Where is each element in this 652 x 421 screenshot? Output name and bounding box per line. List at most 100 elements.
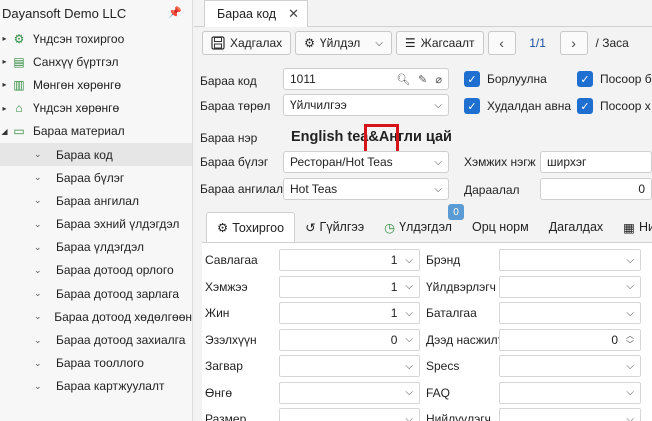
grid-select[interactable]: ⌵ — [279, 381, 420, 404]
sidebar-subitem[interactable]: ⌄ Бараа картжуулалт — [0, 375, 192, 398]
sidebar-subitem[interactable]: ⌄ Бараа ангилал — [0, 189, 192, 212]
tab-settings[interactable]: ⚙ Тохиргоо — [206, 212, 296, 242]
action-dropdown[interactable]: ⚙ Үйлдэл ⌵ — [295, 31, 392, 55]
tab-settings-label: Тохиргоо — [232, 220, 285, 235]
chevron-down-icon: ⌵ — [434, 183, 442, 195]
sale-label: Борлуулна — [487, 72, 547, 86]
chevron-down-icon: ⌄ — [34, 334, 42, 345]
pos-checkbox-1[interactable]: ✓ Посоор б — [577, 71, 652, 87]
sidebar-item[interactable]: ▸ ▤ Санхүү бүртгэл — [0, 50, 192, 73]
chevron-down-icon: ⌵ — [434, 156, 442, 168]
grid-label: Үйлдвэрлэгч — [426, 279, 496, 294]
order-input[interactable]: 0 — [540, 178, 652, 200]
pos2-label: Посоор х — [600, 99, 651, 113]
grid-select[interactable]: 1 ⌵ — [279, 275, 420, 298]
grid-select[interactable]: 0 ⌵ — [279, 328, 420, 351]
grid-select[interactable]: 1 ⌵ — [279, 302, 420, 324]
collapsed-caret-icon[interactable]: ▸ — [0, 80, 9, 89]
save-label: Хадгалах — [230, 36, 283, 50]
search-icon[interactable]: 🔍︎ — [396, 73, 410, 86]
expanded-caret-icon[interactable]: ◢ — [0, 127, 9, 136]
check-icon: ✓ — [464, 71, 480, 87]
edit-icon[interactable]: ✎ — [418, 73, 427, 86]
building-icon: ⌂ — [15, 101, 23, 116]
chevron-down-icon: ⌵ — [626, 254, 634, 266]
sidebar-subitem[interactable]: ⌄ Бараа дотоод орлого — [0, 259, 192, 282]
grid-select[interactable]: ⌵ — [499, 249, 641, 271]
tab-item-code[interactable]: Бараа код ✕ — [204, 0, 308, 27]
spinner-icon[interactable]: ︿ ﹀ — [626, 331, 634, 349]
grid-select[interactable]: ⌵ — [499, 408, 641, 421]
grid-select[interactable]: ⌵ — [499, 355, 641, 377]
sidebar-item-label: Үндсэн хөрөнгө — [33, 101, 120, 116]
chevron-down-icon: ⌄ — [34, 218, 42, 229]
category-label: Бараа ангилал — [200, 182, 283, 196]
group-select[interactable]: Ресторан/Hot Teas ⌵ — [283, 151, 449, 173]
sidebar-item[interactable]: ◢ ▭ Бараа материал — [0, 120, 192, 143]
chevron-down-icon: ⌄ — [34, 380, 42, 391]
sidebar-item[interactable]: ▸ ⌂ Үндсэн хөрөнгө — [0, 97, 192, 120]
pin-icon[interactable]: 📌 — [168, 6, 182, 19]
next-button[interactable]: › — [559, 31, 588, 55]
category-select[interactable]: Hot Teas ⌵ — [283, 178, 449, 200]
grid-value: 1 — [390, 253, 398, 267]
collapsed-caret-icon[interactable]: ▸ — [0, 34, 9, 43]
tab-recipe[interactable]: Орц норм — [462, 212, 539, 242]
save-button[interactable]: Хадгалах — [202, 31, 292, 55]
grid-select[interactable]: ⌵ — [499, 381, 641, 404]
grid-select[interactable]: ⌵ — [279, 355, 420, 377]
grid-value: 1 — [390, 306, 398, 320]
chevron-down-icon: ⌵ — [626, 413, 634, 421]
sidebar-subitem[interactable]: ⌄ Бараа дотоод хөдөлгөөн — [0, 305, 192, 328]
tab-transactions-label: Гүйлгээ — [319, 220, 365, 234]
settings-grid: Савлагаа 1 ⌵ Хэмжээ 1 ⌵ Жин 1 ⌵ Эзэлхүүн 0 ⌵ Загвар ⌵… — [202, 242, 652, 421]
collapsed-caret-icon[interactable]: ▸ — [0, 57, 9, 66]
tab-label: Бараа код — [217, 7, 277, 21]
prev-button[interactable]: ‹ — [487, 31, 516, 55]
sidebar-subitem[interactable]: ⌄ Бараа код — [0, 142, 192, 167]
grid-select[interactable]: ⌵ — [279, 408, 420, 421]
tab-more-label: Ни — [638, 220, 652, 234]
tab-transactions[interactable]: ↺ Гүйлгээ — [295, 212, 374, 242]
grid-label: Загвар — [205, 359, 243, 373]
sidebar-subitem[interactable]: ⌄ Бараа эхний үлдэгдэл — [0, 213, 192, 236]
collapsed-caret-icon[interactable]: ▸ — [0, 104, 9, 113]
list-button[interactable]: ☰ Жагсаалт — [395, 31, 484, 55]
sidebar-subitem-label: Бараа бүлэг — [56, 170, 125, 185]
chevron-down-icon: ⌵ — [405, 360, 413, 372]
sidebar-item[interactable]: ▸ ⚙ Үндсэн тохиргоо — [0, 27, 192, 50]
tab-balance[interactable]: ◷ Үлдэгдэл 0 — [374, 204, 464, 242]
type-select[interactable]: Үйлчилгээ ⌵ — [283, 94, 449, 116]
grid-value: 0 — [390, 332, 398, 347]
sidebar-subitem[interactable]: ⌄ Бараа дотоод зарлага — [0, 282, 192, 305]
grid-label: Савлагаа — [205, 253, 258, 267]
grid-select[interactable]: ⌵ — [499, 302, 641, 324]
sale-checkbox[interactable]: ✓ Борлуулна — [464, 71, 547, 87]
tab-more[interactable]: ▦ Ни — [613, 212, 652, 242]
grid-spin-input[interactable]: 0 ︿ ﹀ — [499, 328, 641, 351]
sidebar-subitem[interactable]: ⌄ Бараа бүлэг — [0, 166, 192, 189]
grid-select[interactable]: 1 ⌵ — [279, 249, 420, 271]
buy-checkbox[interactable]: ✓ Худалдан авна — [464, 98, 571, 114]
chevron-down-icon: ⌵ — [626, 360, 634, 372]
chevron-right-icon: › — [571, 35, 576, 51]
name-input[interactable]: English tea&Англи цай — [285, 126, 645, 148]
chevron-down-icon: ⌄ — [34, 149, 42, 160]
tab-accompany[interactable]: Дагалдах — [539, 212, 613, 242]
tab-accompany-label: Дагалдах — [548, 220, 604, 234]
grid-select[interactable]: ⌵ — [499, 275, 641, 298]
sidebar-subitem[interactable]: ⌄ Бараа дотоод захиалга — [0, 328, 192, 351]
order-label: Дараалал — [464, 183, 520, 197]
sidebar-subitem[interactable]: ⌄ Бараа үлдэгдэл — [0, 236, 192, 259]
sidebar-item[interactable]: ▸ ▥ Мөнгөн хөрөнгө — [0, 73, 192, 96]
unit-label: Хэмжих нэгж — [464, 155, 536, 169]
code-input[interactable]: 1011 🔍︎ ✎ ⌀ — [283, 68, 449, 90]
type-value: Үйлчилгээ — [290, 98, 347, 112]
gear-icon: ⚙ — [304, 36, 315, 50]
link-icon[interactable]: ⌀ — [435, 73, 442, 86]
sidebar-subitem[interactable]: ⌄ Бараа тооллого — [0, 352, 192, 375]
pos-checkbox-2[interactable]: ✓ Посоор х — [577, 98, 651, 114]
group-label: Бараа бүлэг — [200, 155, 269, 169]
close-icon[interactable]: ✕ — [288, 6, 299, 22]
unit-input[interactable]: ширхэг — [540, 151, 652, 173]
